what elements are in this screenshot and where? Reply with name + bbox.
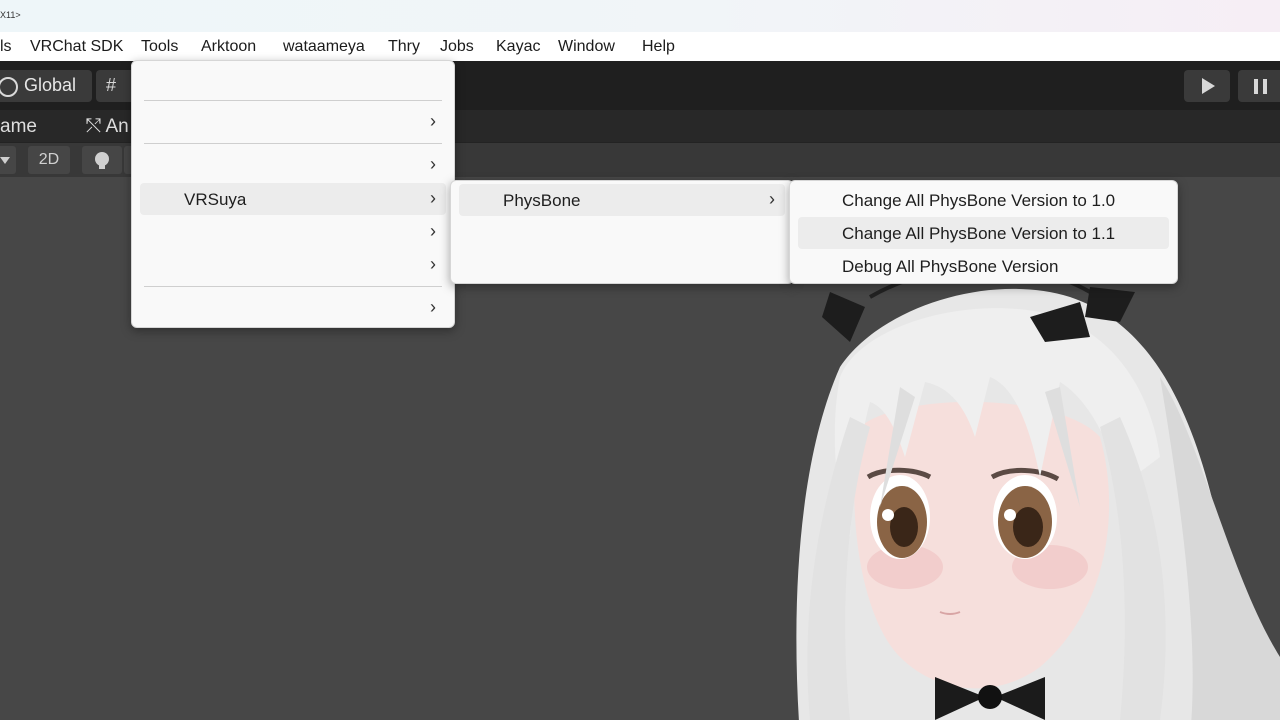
tools-menu: › › VRSuya › › › › [131, 60, 455, 328]
menu-item-tools-partial[interactable]: ls [0, 38, 12, 56]
globe-icon [0, 77, 18, 97]
menu-item-tools[interactable]: Tools [141, 38, 178, 56]
menu-bar: ls VRChat SDK Tools Arktoon wataameya Th… [0, 32, 1280, 61]
chevron-right-icon: › [430, 254, 436, 274]
tab-animator-label: An [105, 116, 129, 137]
lightbulb-icon [95, 152, 109, 169]
chevron-right-icon: › [430, 297, 436, 317]
window-title: X11> [0, 10, 21, 20]
menu-separator [144, 100, 442, 101]
tab-animator[interactable]: ⤲ An [86, 116, 129, 138]
tools-menu-item[interactable]: › [140, 292, 446, 324]
animator-icon: ⤲ [86, 116, 102, 137]
menu-item-arktoon[interactable]: Arktoon [201, 38, 256, 56]
menu-item-kayac[interactable]: Kayac [496, 38, 540, 56]
window-title-bar: X11> [0, 0, 1280, 32]
submenu-item-label: PhysBone [503, 191, 581, 210]
chevron-right-icon: › [430, 221, 436, 241]
menu-item-label: Change All PhysBone Version to 1.0 [842, 191, 1116, 210]
menu-item-label: Change All PhysBone Version to 1.1 [842, 224, 1116, 243]
chevron-right-icon: › [430, 154, 436, 174]
mode-2d-button[interactable]: 2D [28, 146, 70, 174]
menu-item-label: Debug All PhysBone Version [842, 257, 1059, 276]
tools-menu-item[interactable]: › [140, 106, 446, 138]
scene-lighting-button[interactable] [82, 146, 122, 174]
play-button[interactable] [1184, 70, 1230, 102]
global-toggle-button[interactable]: Global [0, 70, 92, 102]
chevron-right-icon: › [769, 189, 775, 209]
tools-menu-item[interactable]: › [140, 249, 446, 281]
grid-snap-button[interactable]: # [96, 70, 136, 102]
chevron-right-icon: › [430, 188, 436, 208]
tab-game[interactable]: ame [0, 116, 37, 138]
menu-item-change-physbone-1-0[interactable]: Change All PhysBone Version to 1.0 [798, 184, 1169, 216]
submenu-item-physbone[interactable]: PhysBone › [459, 184, 785, 216]
menu-item-jobs[interactable]: Jobs [440, 38, 474, 56]
draw-mode-dropdown[interactable] [0, 146, 16, 174]
menu-item-change-physbone-1-1[interactable]: Change All PhysBone Version to 1.1 [798, 217, 1169, 249]
global-label: Global [24, 75, 77, 95]
menu-item-thry[interactable]: Thry [388, 38, 420, 56]
menu-separator [144, 286, 442, 287]
tools-menu-item-label: VRSuya [184, 190, 247, 209]
physbone-submenu: Change All PhysBone Version to 1.0 Chang… [789, 180, 1178, 284]
menu-item-vrchat-sdk[interactable]: VRChat SDK [30, 38, 123, 56]
menu-item-window[interactable]: Window [558, 38, 615, 56]
pause-button[interactable] [1238, 70, 1280, 102]
tools-menu-item[interactable]: › [140, 149, 446, 181]
menu-item-debug-physbone[interactable]: Debug All PhysBone Version [798, 250, 1169, 282]
tools-menu-item[interactable]: › [140, 216, 446, 248]
menu-separator [144, 143, 442, 144]
tools-menu-item-vrsuya[interactable]: VRSuya › [140, 183, 446, 215]
vrsuya-submenu: PhysBone › [450, 180, 794, 284]
menu-item-help[interactable]: Help [642, 38, 675, 56]
menu-item-wataameya[interactable]: wataameya [283, 38, 365, 56]
grid-snap-icon: # [106, 75, 117, 95]
chevron-right-icon: › [430, 111, 436, 131]
